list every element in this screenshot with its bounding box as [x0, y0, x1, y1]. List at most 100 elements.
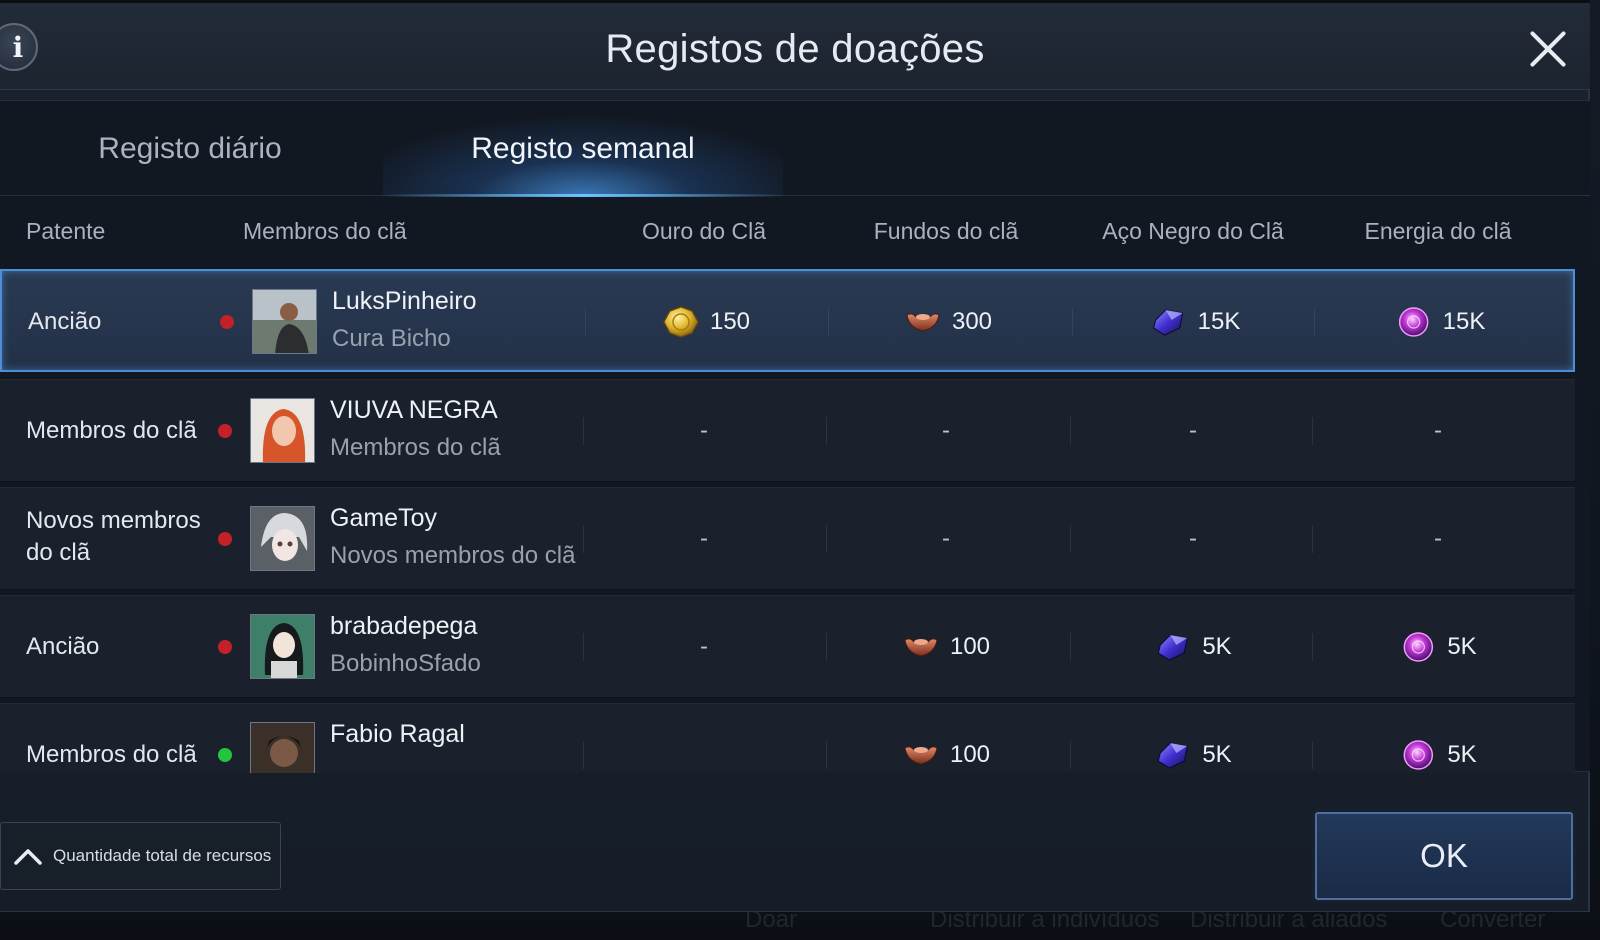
column-divider: [826, 417, 827, 445]
member-rank: Ancião: [26, 633, 100, 660]
energy-cell: 5K: [1399, 737, 1477, 773]
column-divider: [585, 308, 586, 336]
tab-weekly-record[interactable]: Registo semanal: [383, 101, 783, 197]
donation-records-dialog: i Registos de doações Registo diário Reg…: [0, 0, 1590, 912]
column-header-rank: Patente: [26, 218, 106, 244]
empty-value: -: [700, 633, 708, 660]
member-row[interactable]: Membros do clã VIUVA NEGRA Membros do clã -…: [0, 379, 1575, 482]
resource-amount: 15K: [1442, 308, 1486, 335]
member-rank: Novos membros do clã: [26, 507, 201, 566]
avatar[interactable]: [250, 614, 315, 679]
black-steel-crystal-icon: [1154, 631, 1192, 663]
gold-cell: -: [700, 413, 708, 449]
member-subtitle: BobinhoSfado: [330, 650, 481, 677]
energy-cell: -: [1434, 413, 1442, 449]
column-divider: [1070, 741, 1071, 769]
column-divider: [1072, 308, 1073, 336]
member-row[interactable]: Ancião LuksPinheiro Cura Bicho 150 300 15K 15K: [0, 269, 1575, 372]
column-header-gold: Ouro do Clã: [641, 218, 767, 244]
empty-value: -: [942, 417, 950, 444]
column-divider: [583, 417, 584, 445]
member-list[interactable]: Ancião LuksPinheiro Cura Bicho 150 300 15K 15K…: [0, 269, 1575, 773]
column-divider: [826, 633, 827, 661]
empty-value: -: [1189, 417, 1197, 444]
member-row[interactable]: Novos membros do clã GameToy Novos membros…: [0, 487, 1575, 590]
member-row[interactable]: Ancião brabadepega BobinhoSfado - 100 5K 5K: [0, 595, 1575, 698]
funds-ingot-icon: [902, 739, 940, 771]
member-rank: Membros do clã: [26, 741, 197, 768]
member-name: GameToy: [330, 504, 437, 532]
column-headers: Patente Membros do clã Ouro do Clã Fundo…: [0, 196, 1590, 266]
tab-bar: Registo diário Registo semanal: [0, 101, 1590, 197]
avatar[interactable]: [250, 722, 315, 773]
column-header-member: Membros do clã: [243, 218, 407, 244]
avatar[interactable]: [252, 289, 317, 354]
funds-cell: 100: [902, 629, 990, 665]
column-divider: [1312, 633, 1313, 661]
empty-value: -: [700, 417, 708, 444]
energy-cell: 15K: [1395, 304, 1486, 340]
resource-amount: 5K: [1202, 741, 1232, 768]
energy-orb-icon: [1399, 739, 1437, 771]
member-rank: Ancião: [28, 308, 102, 335]
resource-amount: 5K: [1447, 633, 1477, 660]
black-steel-cell: -: [1189, 521, 1197, 557]
column-divider: [583, 525, 584, 553]
status-dot: [218, 532, 232, 546]
column-header-black-steel: Aço Negro do Clã: [1102, 218, 1284, 244]
funds-cell: -: [942, 521, 950, 557]
member-name: VIUVA NEGRA: [330, 396, 498, 424]
column-divider: [583, 633, 584, 661]
funds-ingot-icon: [904, 306, 942, 338]
column-header-energy: Energia do clã: [1364, 218, 1512, 244]
column-divider: [583, 741, 584, 769]
member-name: LuksPinheiro: [332, 287, 477, 315]
column-divider: [828, 308, 829, 336]
status-dot: [218, 424, 232, 438]
column-divider: [826, 741, 827, 769]
records-panel: Registo diário Registo semanal Patente M…: [0, 100, 1590, 773]
gold-coin-icon: [662, 306, 700, 338]
member-subtitle: Novos membros do clã: [330, 542, 576, 569]
close-icon[interactable]: [1526, 27, 1570, 71]
energy-orb-icon: [1395, 306, 1433, 338]
dialog-header: i Registos de doações: [0, 0, 1590, 90]
member-name: brabadepega: [330, 612, 478, 640]
column-divider: [1312, 741, 1313, 769]
funds-ingot-icon: [902, 631, 940, 663]
column-divider: [1314, 308, 1315, 336]
gold-cell: -: [700, 629, 708, 665]
chevron-up-icon: [14, 849, 42, 865]
energy-orb-icon: [1399, 631, 1437, 663]
resource-amount: 5K: [1202, 633, 1232, 660]
ok-button[interactable]: OK: [1315, 812, 1573, 900]
resource-amount: 100: [949, 633, 991, 660]
resource-amount: 5K: [1447, 741, 1477, 768]
funds-cell: -: [942, 413, 950, 449]
member-subtitle: Cura Bicho: [332, 325, 451, 352]
black-steel-cell: -: [1189, 413, 1197, 449]
column-divider: [1070, 525, 1071, 553]
empty-value: -: [942, 525, 950, 552]
energy-cell: -: [1434, 521, 1442, 557]
column-divider: [1070, 633, 1071, 661]
funds-cell: 300: [904, 304, 992, 340]
member-row[interactable]: Membros do clã Fabio Ragal 100 5K 5K: [0, 703, 1575, 773]
total-resources-label: Quantidade total de recursos: [53, 846, 272, 865]
resource-amount: 100: [949, 741, 991, 768]
member-subtitle: Membros do clã: [330, 434, 501, 461]
avatar[interactable]: [250, 506, 315, 571]
avatar[interactable]: [250, 398, 315, 463]
resource-amount: 150: [709, 308, 751, 335]
status-dot: [220, 315, 234, 329]
resource-amount: 300: [951, 308, 993, 335]
column-divider: [1312, 417, 1313, 445]
black-steel-crystal-icon: [1154, 739, 1192, 771]
total-resources-toggle[interactable]: Quantidade total de recursos: [0, 822, 281, 890]
column-divider: [1070, 417, 1071, 445]
black-steel-cell: 5K: [1154, 629, 1232, 665]
energy-cell: 5K: [1399, 629, 1477, 665]
black-steel-cell: 5K: [1154, 737, 1232, 773]
tab-daily-record[interactable]: Registo diário: [0, 101, 380, 196]
black-steel-crystal-icon: [1150, 306, 1188, 338]
